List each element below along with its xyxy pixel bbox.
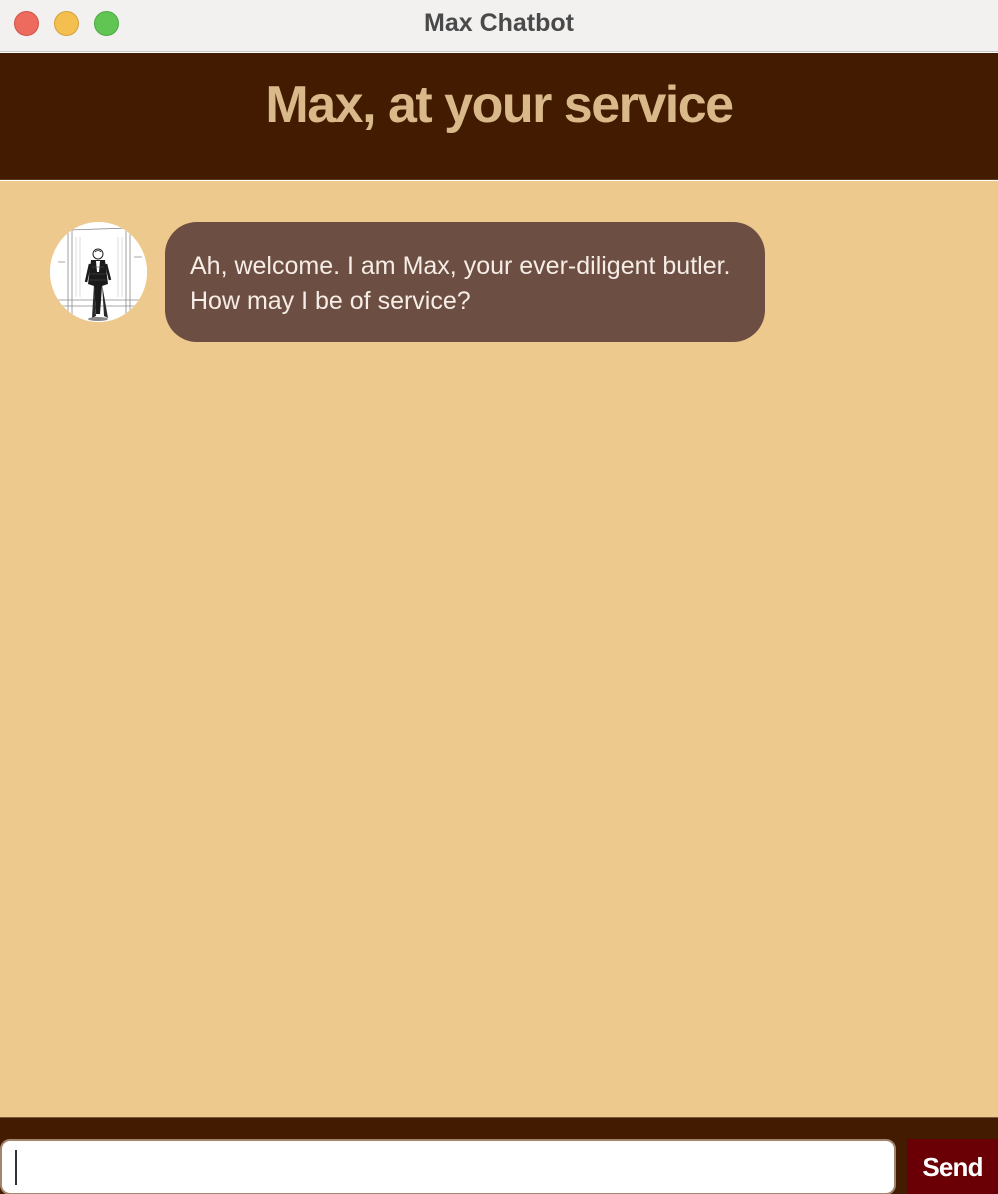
bot-message-text: Ah, welcome. I am Max, your ever-diligen… [190, 252, 731, 315]
text-cursor [15, 1150, 17, 1185]
window-title: Max Chatbot [424, 9, 574, 37]
header-title: Max, at your service [265, 76, 734, 134]
send-button[interactable]: Send [907, 1139, 998, 1194]
input-bar: Send [0, 1117, 998, 1194]
message-list[interactable]: Ah, welcome. I am Max, your ever-diligen… [0, 181, 998, 1117]
window-titlebar: Max Chatbot [0, 0, 998, 52]
message-input[interactable] [0, 1139, 896, 1194]
bot-avatar [50, 222, 147, 322]
bot-message-bubble: Ah, welcome. I am Max, your ever-diligen… [165, 222, 765, 342]
butler-portrait-illustration [50, 222, 147, 322]
chat-header: Max, at your service [0, 53, 998, 180]
